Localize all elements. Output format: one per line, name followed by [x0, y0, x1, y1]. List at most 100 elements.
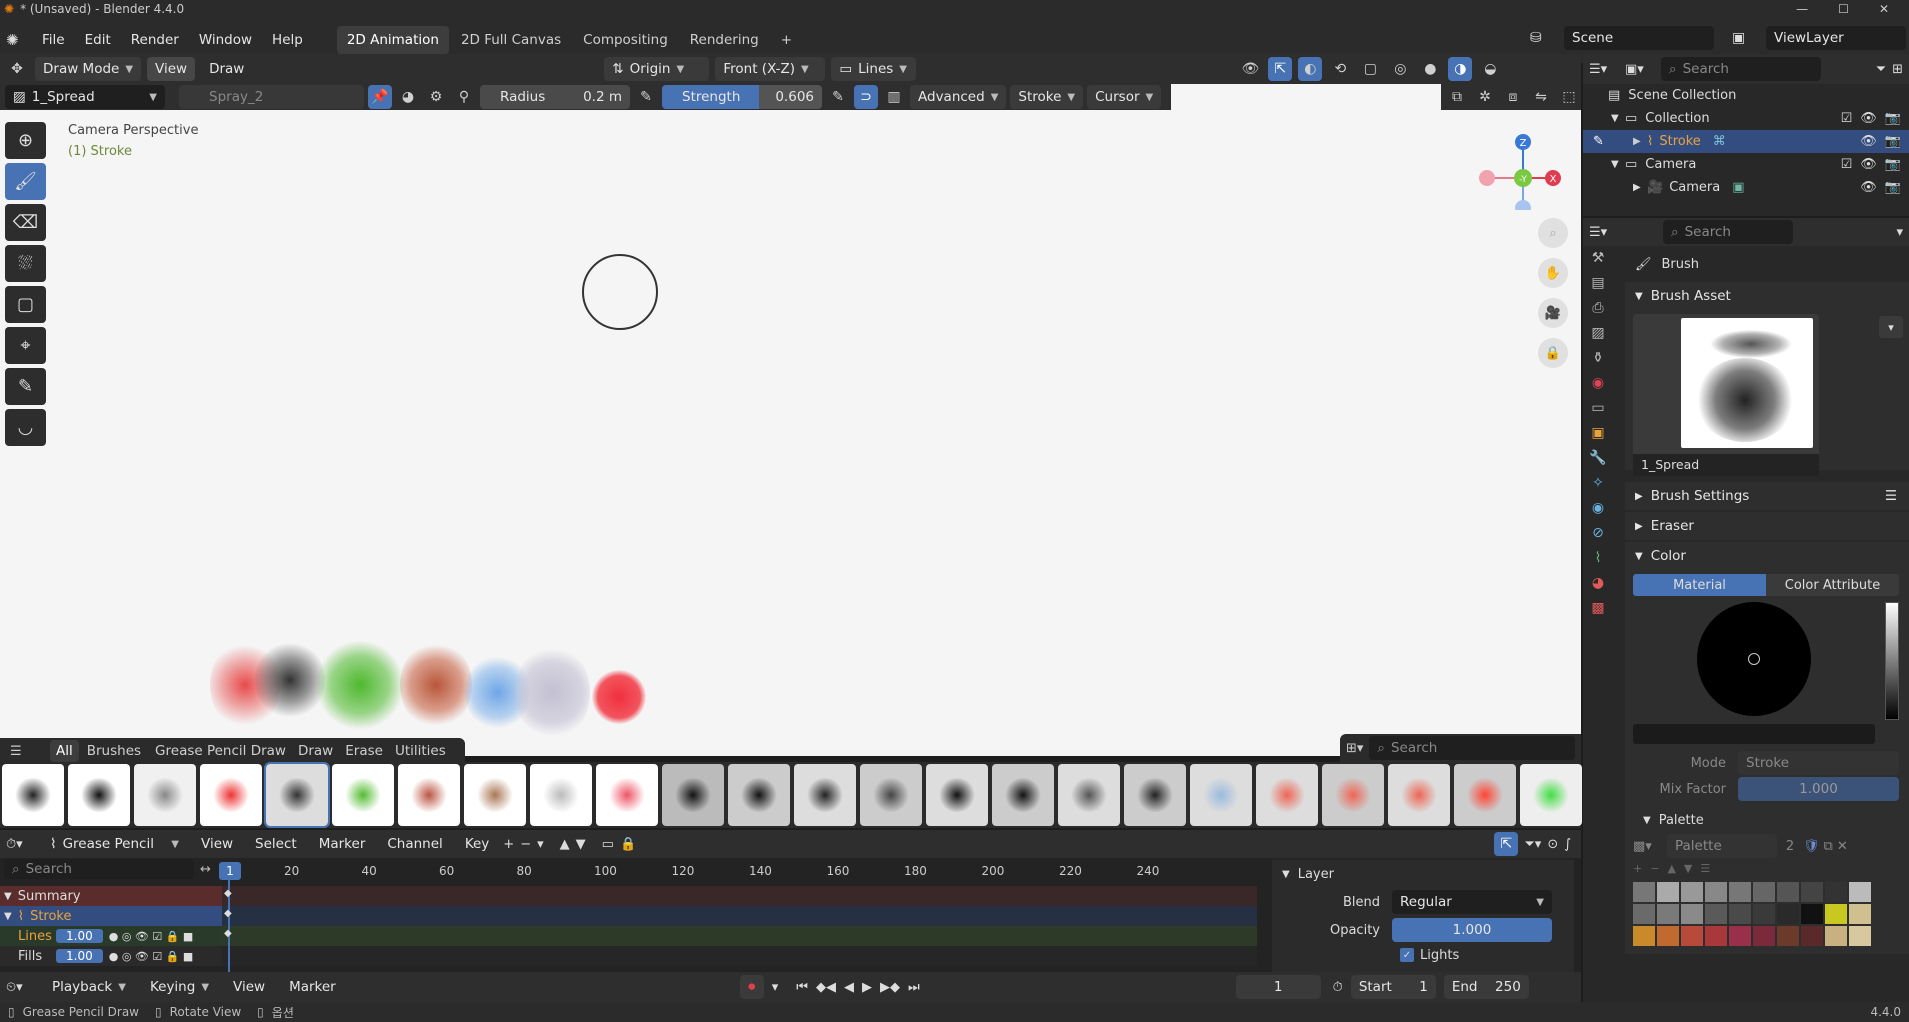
palette-swatch[interactable] [1681, 926, 1703, 946]
channel-stroke[interactable]: ▼ ⌇ Stroke [0, 906, 222, 926]
playback-menu[interactable]: Playback ▼ [44, 975, 134, 999]
dopesheet-mode-selector[interactable]: ⌇ Grease Pencil ▼ [42, 832, 187, 856]
eraser-panel-header[interactable]: ▶ Eraser [1625, 512, 1909, 540]
tab-2d-animation[interactable]: 2D Animation [336, 26, 449, 54]
add-layer-icon[interactable]: + [503, 837, 514, 852]
palette-swatch[interactable] [1729, 926, 1751, 946]
secondary-brush-field[interactable]: Spray_2 [179, 85, 364, 109]
current-frame-field[interactable]: 1 [1235, 975, 1321, 999]
palette-icon[interactable]: ▩▾ [1633, 839, 1663, 854]
solid-shading-icon[interactable]: ● [1418, 57, 1442, 81]
constraint-tab-icon[interactable]: ⊘ [1592, 525, 1604, 541]
scene-tab-icon[interactable]: ⚱ [1592, 350, 1604, 366]
palette-swatch[interactable] [1849, 904, 1871, 924]
playback-view-menu[interactable]: View [225, 975, 273, 999]
hide-eye-icon[interactable]: 👁 [1860, 180, 1877, 195]
layer-options-icon[interactable]: ▾ [537, 837, 544, 852]
advanced-menu[interactable]: Advanced ▼ [910, 85, 1007, 109]
brush-selector[interactable]: ▨ 1_Spread ▼ [5, 85, 165, 109]
keying-menu[interactable]: Keying ▼ [142, 975, 217, 999]
channel-fills[interactable]: Fills 1.00 ● ◎ 👁 ☑ 🔒 ■ [0, 946, 222, 966]
shader-fx-tab-icon[interactable]: ✧ [1592, 475, 1604, 491]
shelf-tab-brushes[interactable]: Brushes [79, 740, 149, 762]
radius-pressure-icon[interactable]: ✎ [634, 85, 658, 109]
exclude-checkbox[interactable]: ☑ [1841, 157, 1853, 172]
channel-summary[interactable]: ▼ Summary [0, 886, 222, 906]
outliner-row[interactable]: ▼ ▭ Camera ☑ 👁 📷 [1583, 153, 1909, 176]
brush-thumbnail[interactable] [1388, 764, 1450, 826]
palette-swatch[interactable] [1729, 904, 1751, 924]
brush-thumbnail[interactable] [1124, 764, 1186, 826]
mirror-icon[interactable]: ⇋ [1529, 85, 1553, 109]
palette-swatch[interactable] [1801, 882, 1823, 902]
brush-thumbnail[interactable] [332, 764, 394, 826]
interpolation-icon[interactable]: ∫ [1564, 837, 1581, 852]
new-collection-icon[interactable]: ⊞ [1892, 62, 1903, 77]
close-icon[interactable]: ✕ [1879, 2, 1889, 16]
new-palette-icon[interactable]: ⧉ [1824, 839, 1833, 854]
origin-selector[interactable]: ⇅ Origin ▼ [604, 57, 710, 81]
tool-tab-icon[interactable]: ⚒ [1592, 250, 1605, 266]
sort-icon[interactable]: ☰ [1700, 862, 1710, 875]
camera-data-icon[interactable]: ▣ [1732, 180, 1744, 195]
outliner-editor-icon[interactable]: ☰▾ [1589, 62, 1619, 77]
jump-end-icon[interactable]: ⏭ [908, 980, 920, 995]
shelf-tab-grease-pencil-draw[interactable]: Grease Pencil Draw [149, 740, 292, 762]
dopesheet-channel-menu[interactable]: Channel [379, 832, 450, 856]
brush-thumbnail[interactable] [1454, 764, 1516, 826]
view-layer-tab-icon[interactable]: ▨ [1591, 325, 1604, 341]
brush-thumbnail[interactable] [1190, 764, 1252, 826]
palette-swatch[interactable] [1705, 904, 1727, 924]
eyedropper-tool-icon[interactable]: ✎ [5, 368, 46, 405]
outliner-row-selected[interactable]: ✎ ▶ ⌇ Stroke ⌘ 👁 📷 [1583, 130, 1909, 153]
brush-asset-dropdown-icon[interactable]: ▾ [1879, 316, 1903, 338]
palette-swatch[interactable] [1777, 882, 1799, 902]
edit-pencil-icon[interactable]: ✎ [1593, 134, 1604, 149]
interpolate-tool-icon[interactable]: ⌖ [5, 327, 46, 364]
brush-thumbnail[interactable] [1256, 764, 1318, 826]
brush-thumbnail[interactable] [1322, 764, 1384, 826]
brush-thumbnail[interactable] [860, 764, 922, 826]
brush-thumbnail[interactable] [530, 764, 592, 826]
jump-start-icon[interactable]: ⏮ [796, 980, 808, 995]
palette-swatch[interactable] [1657, 926, 1679, 946]
tab-2d-full-canvas[interactable]: 2D Full Canvas [451, 26, 571, 54]
brush-thumbnail[interactable] [662, 764, 724, 826]
brush-thumbnail[interactable] [1520, 764, 1582, 826]
properties-options-icon[interactable]: ▾ [1896, 225, 1903, 240]
palette-swatch[interactable] [1777, 926, 1799, 946]
brush-thumbnail[interactable] [398, 764, 460, 826]
display-options-icon[interactable]: ⊞▾ [1346, 741, 1363, 756]
stroke-overlay-icon[interactable]: ⟲ [1328, 57, 1352, 81]
color-wheel[interactable] [1697, 602, 1811, 716]
palette-swatch[interactable] [1825, 904, 1847, 924]
maximize-icon[interactable]: ☐ [1838, 2, 1849, 16]
pin-material-icon[interactable]: ⚲ [452, 85, 476, 109]
only-selected-icon[interactable]: ⇱ [1494, 832, 1519, 856]
palette-swatch[interactable] [1657, 904, 1679, 924]
brush-thumbnail[interactable] [794, 764, 856, 826]
jitter-icon[interactable]: ⊃ [854, 85, 878, 109]
curve-tool-icon[interactable]: ◡ [5, 409, 46, 446]
color-tab-material[interactable]: Material [1633, 574, 1766, 596]
palette-swatch[interactable] [1777, 904, 1799, 924]
brush-thumbnail[interactable] [728, 764, 790, 826]
brush-thumbnail[interactable] [68, 764, 130, 826]
layer-opacity-slider[interactable]: 1.000 [1392, 918, 1552, 942]
cursor-tool-icon[interactable]: ⊕ [5, 122, 46, 159]
display-mode-icon[interactable]: ▣▾ [1625, 62, 1655, 77]
palette-swatch[interactable] [1705, 926, 1727, 946]
palette-swatch[interactable] [1753, 904, 1775, 924]
palette-panel-header[interactable]: ▼ Palette [1633, 806, 1899, 834]
proportional-edit-icon[interactable]: ⊙ [1547, 837, 1558, 852]
move-up-icon[interactable]: ▲ [1667, 862, 1675, 875]
dopesheet-view-menu[interactable]: View [193, 832, 241, 856]
play-icon[interactable]: ▶ [862, 980, 872, 995]
palette-swatch[interactable] [1753, 882, 1775, 902]
modifier-icon[interactable]: ⌘ [1713, 134, 1726, 149]
palette-swatch[interactable] [1729, 882, 1751, 902]
palette-name-field[interactable]: Palette [1667, 834, 1777, 858]
cursor-menu[interactable]: Cursor ▼ [1087, 85, 1162, 109]
mode-dropdown[interactable]: Stroke [1738, 751, 1899, 775]
radius-slider[interactable]: Radius 0.2 m [480, 85, 630, 109]
